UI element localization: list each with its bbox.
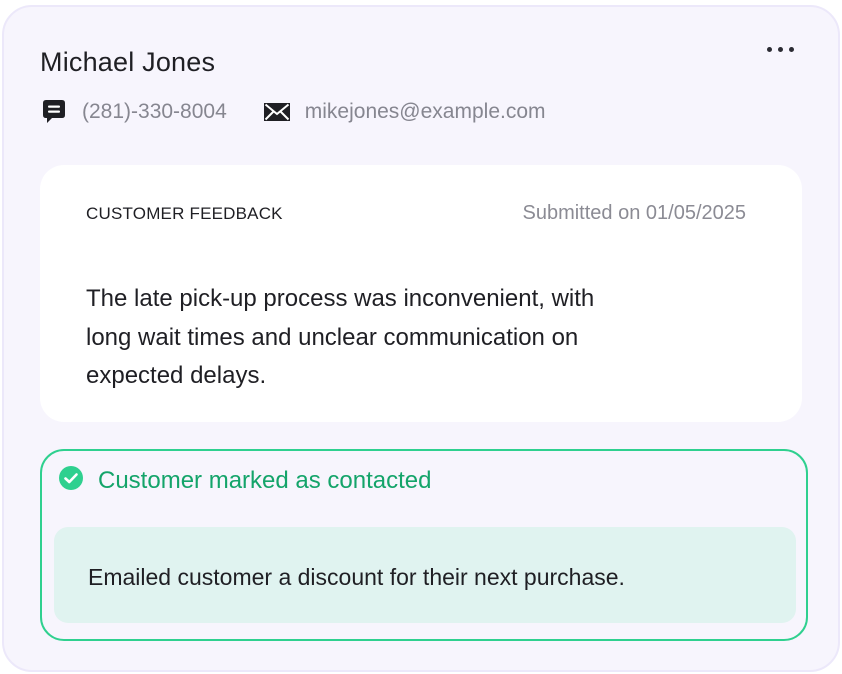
more-dot-icon [788, 46, 794, 52]
phone-contact: (281)-330-8004 [40, 98, 227, 126]
feedback-text: The late pick-up process was inconvenien… [86, 285, 595, 389]
check-circle-icon [58, 465, 84, 496]
customer-card: Michael Jones (281)-330-8004 mikejones@e… [2, 5, 840, 672]
contacted-status-header: Customer marked as contacted [58, 465, 431, 496]
contact-note: Emailed customer a discount for their ne… [54, 527, 796, 623]
more-options-button[interactable] [758, 35, 802, 63]
feedback-panel: CUSTOMER FEEDBACK Submitted on 01/05/202… [40, 165, 802, 422]
contact-note-text: Emailed customer a discount for their ne… [88, 564, 625, 590]
email-contact: mikejones@example.com [263, 100, 546, 124]
email-address: mikejones@example.com [304, 100, 546, 123]
envelope-icon [263, 101, 291, 123]
contacted-status-panel: Customer marked as contacted Emailed cus… [40, 449, 808, 641]
customer-name: Michael Jones [40, 47, 216, 77]
contacted-status-title: Customer marked as contacted [98, 466, 432, 494]
message-icon [40, 98, 68, 126]
more-dot-icon [777, 46, 783, 52]
phone-number: (281)-330-8004 [82, 100, 227, 123]
feedback-label: CUSTOMER FEEDBACK [86, 204, 283, 223]
contact-info-row: (281)-330-8004 mikejones@example.com [40, 97, 546, 127]
submitted-date: Submitted on 01/05/2025 [522, 202, 746, 224]
more-dot-icon [766, 46, 772, 52]
